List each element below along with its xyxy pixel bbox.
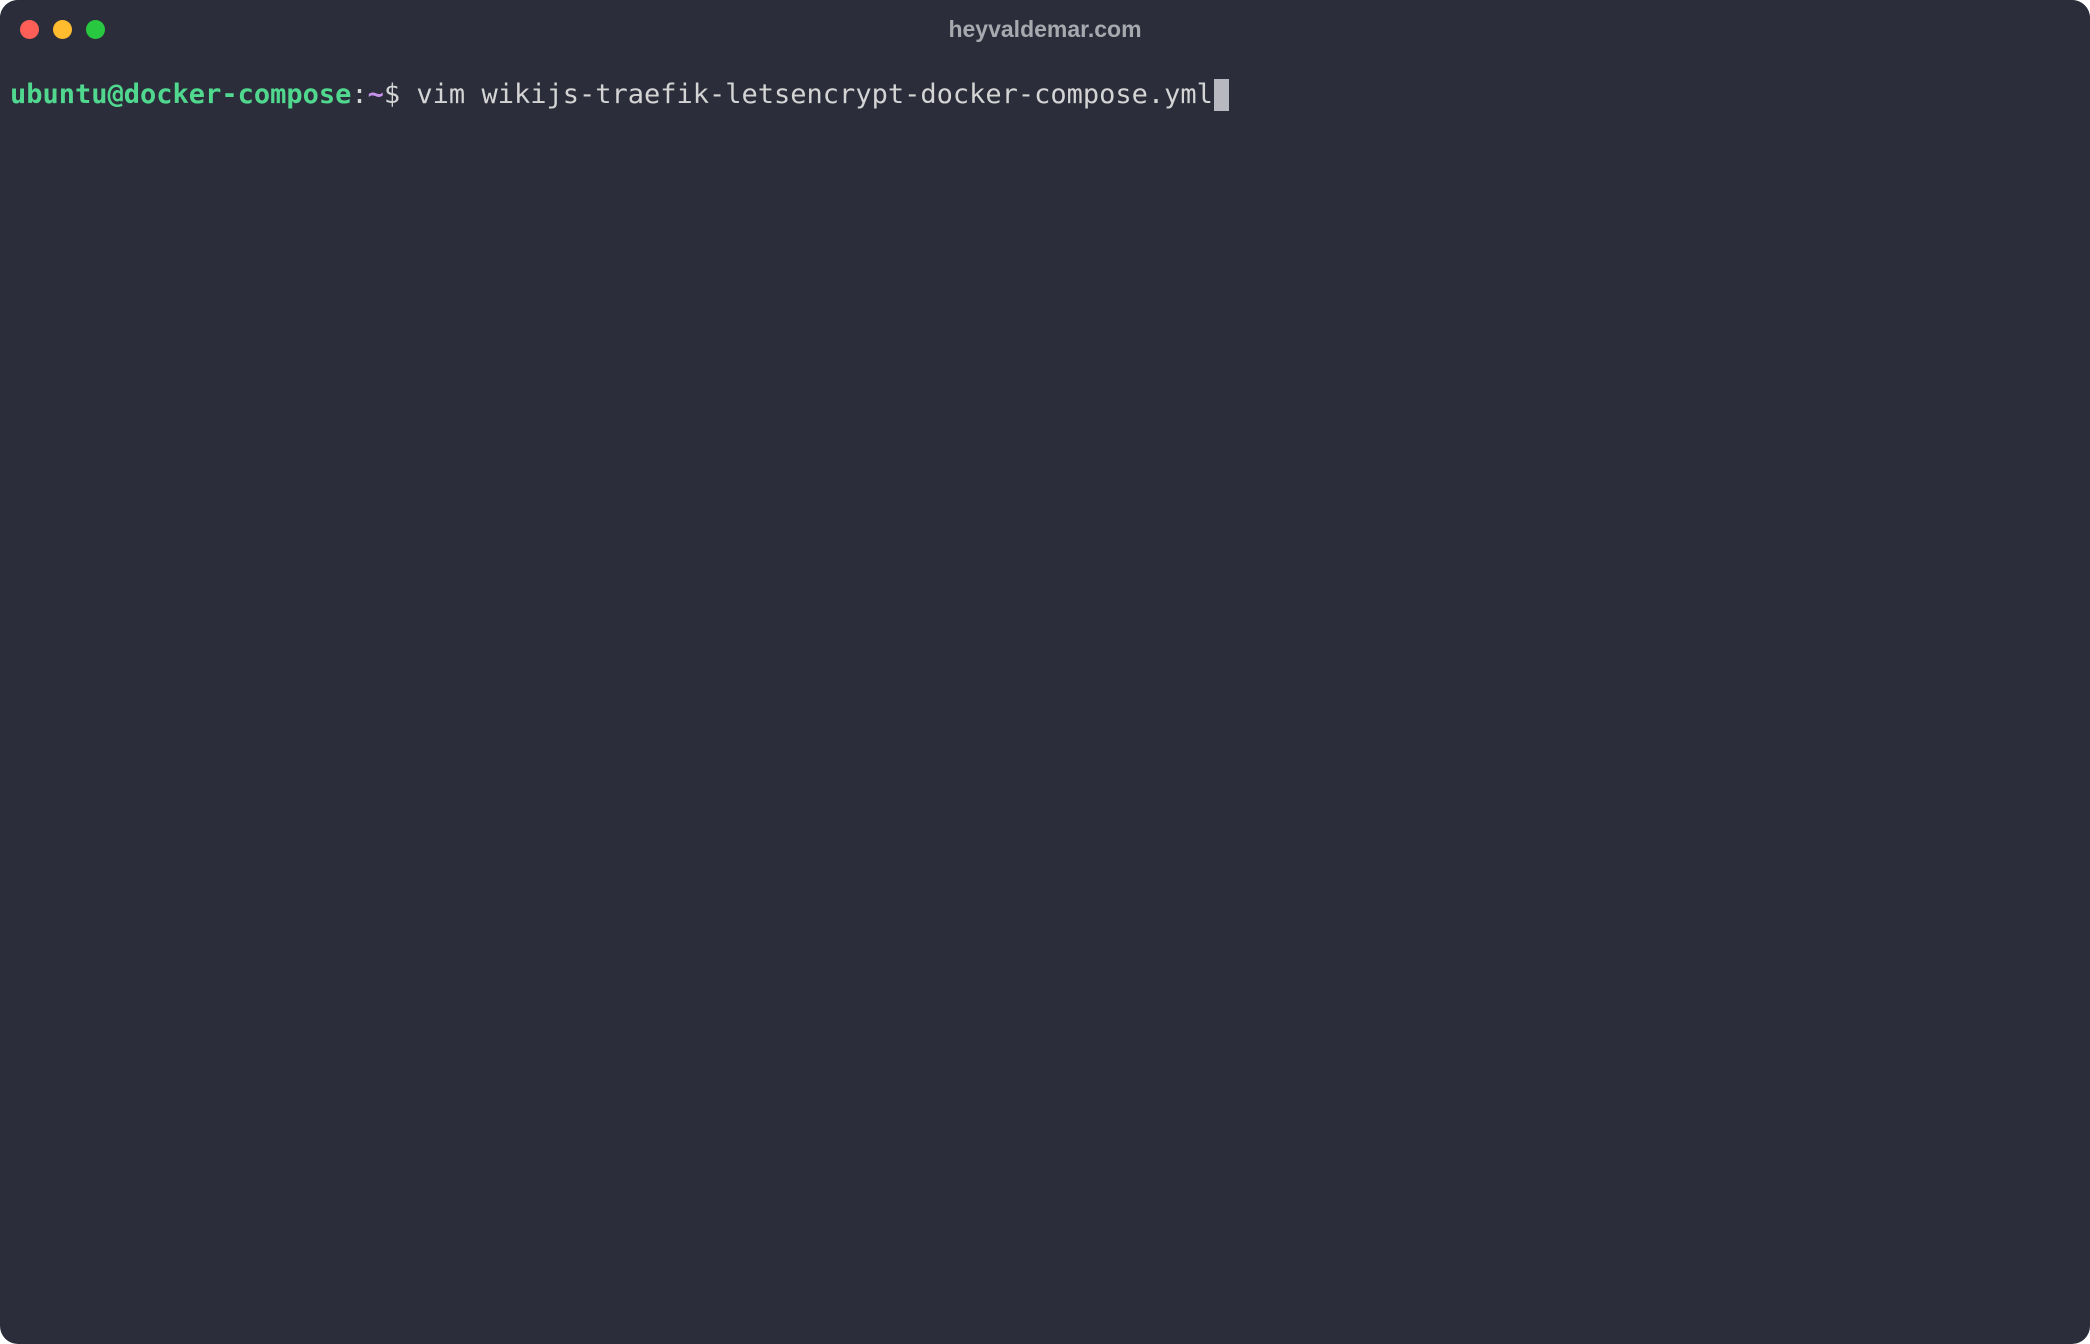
terminal-window: heyvaldemar.com ubuntu@docker-compose:~$… — [0, 0, 2090, 1344]
maximize-button[interactable] — [86, 20, 105, 39]
cursor — [1214, 79, 1229, 111]
terminal-body[interactable]: ubuntu@docker-compose:~$ vim wikijs-trae… — [0, 58, 2090, 1344]
window-title: heyvaldemar.com — [948, 16, 1141, 43]
prompt-colon: : — [351, 76, 367, 114]
prompt-line: ubuntu@docker-compose:~$ vim wikijs-trae… — [10, 76, 2080, 114]
minimize-button[interactable] — [53, 20, 72, 39]
prompt-user-host: ubuntu@docker-compose — [10, 76, 351, 114]
command-text: vim wikijs-traefik-letsencrypt-docker-co… — [416, 76, 1213, 114]
traffic-lights — [20, 20, 105, 39]
close-button[interactable] — [20, 20, 39, 39]
titlebar: heyvaldemar.com — [0, 0, 2090, 58]
prompt-path: ~ — [368, 76, 384, 114]
prompt-dollar: $ — [384, 76, 417, 114]
